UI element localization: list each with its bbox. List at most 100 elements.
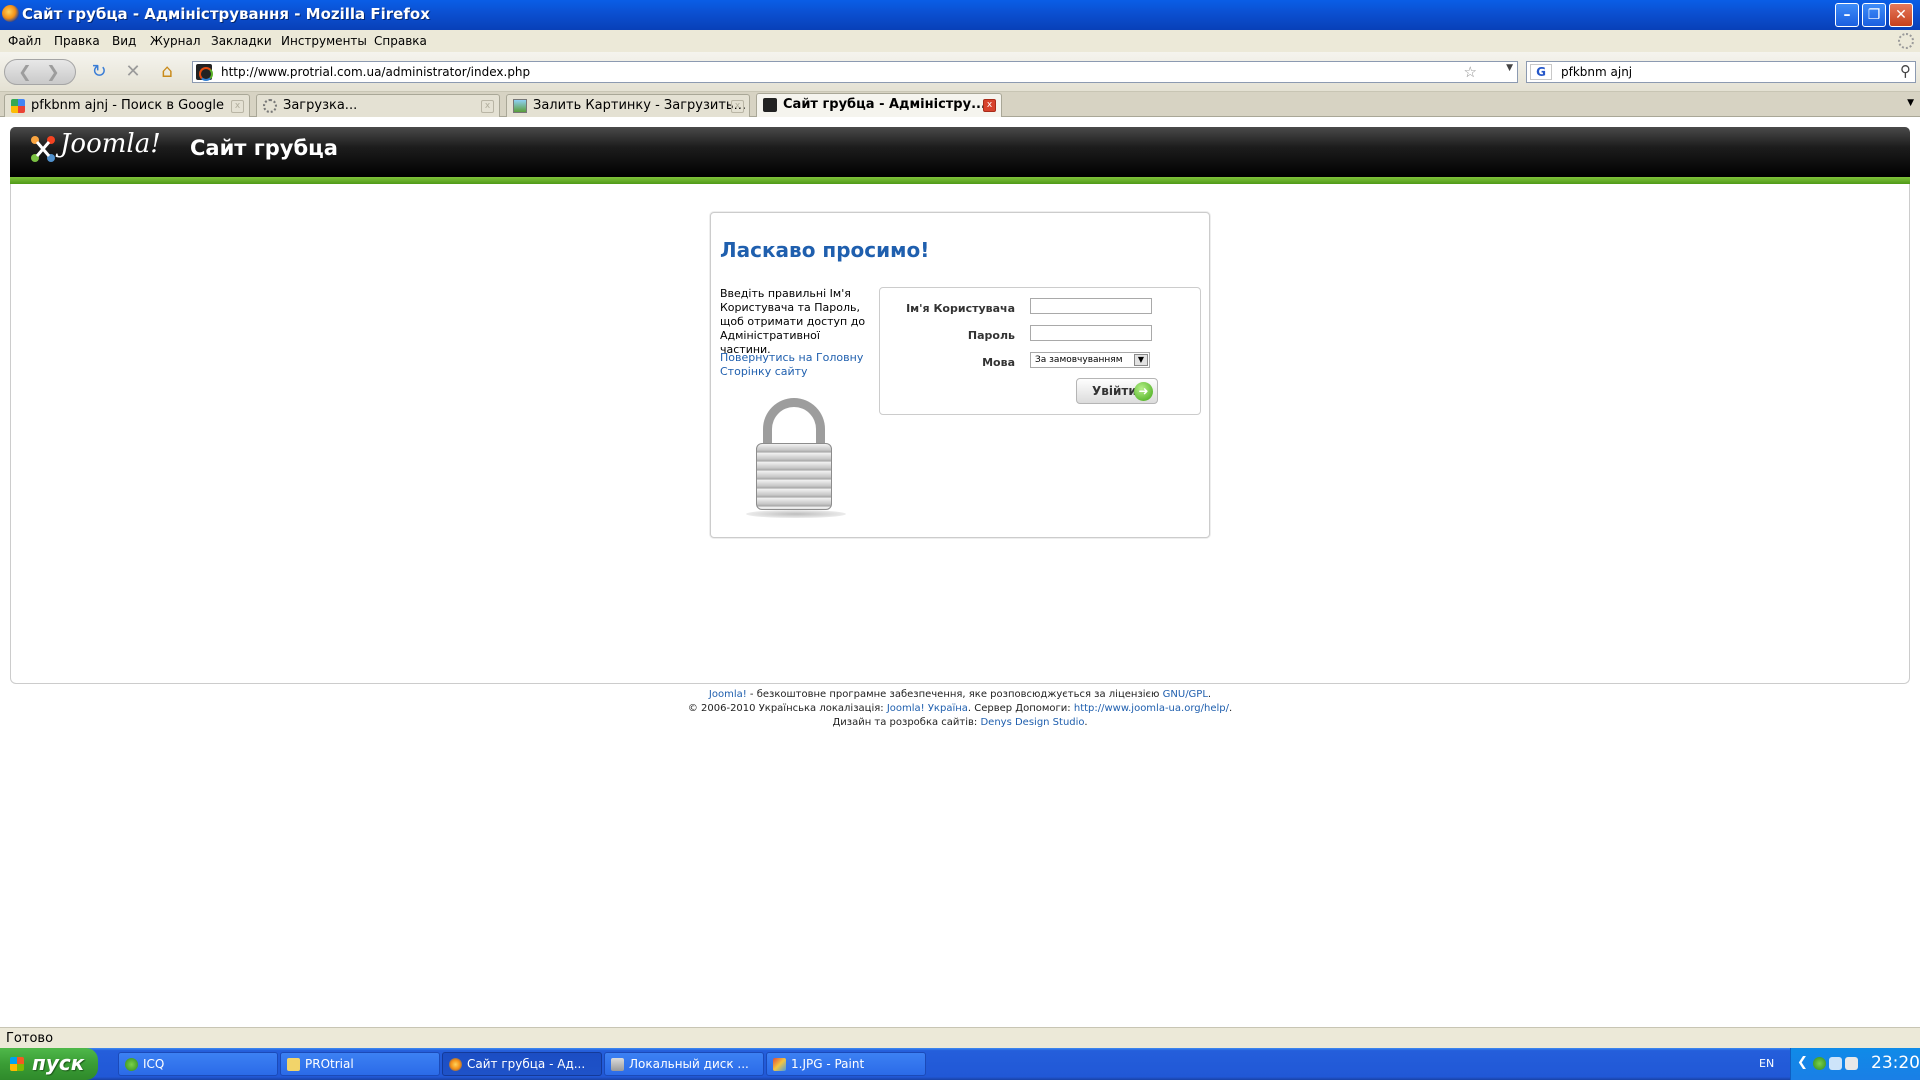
joomla-icon xyxy=(763,98,777,112)
menu-bar: Файл Правка Вид Журнал Закладки Инструме… xyxy=(0,30,1920,52)
search-icon[interactable]: ⚲ xyxy=(1900,62,1911,80)
status-bar: Готово xyxy=(0,1027,1920,1048)
taskbar-item-icq[interactable]: ICQ xyxy=(118,1052,278,1076)
arrow-right-icon: ➜ xyxy=(1134,382,1153,401)
tab-label: pfkbnm ajnj - Поиск в Google xyxy=(31,98,224,113)
image-icon xyxy=(513,99,527,113)
taskbar-item-label: 1.JPG - Paint xyxy=(791,1057,865,1071)
page-content: Joomla! Сайт грубца Ласкаво просимо! Вве… xyxy=(0,117,1920,1027)
joomla-link[interactable]: Joomla! xyxy=(709,689,747,700)
search-bar[interactable]: G pfkbnm ajnj ⚲ xyxy=(1526,61,1916,83)
folder-icon xyxy=(287,1058,300,1071)
joomla-ukraine-link[interactable]: Joomla! Україна xyxy=(887,703,968,714)
firefox-icon xyxy=(2,5,19,22)
menu-file[interactable]: Файл xyxy=(8,34,41,48)
design-studio-link[interactable]: Denys Design Studio xyxy=(980,717,1084,728)
footer-text: Дизайн та розробка сайтів: xyxy=(832,717,981,728)
footer-text: . xyxy=(1084,717,1088,728)
minimize-button[interactable]: – xyxy=(1835,3,1859,27)
gpl-link[interactable]: GNU/GPL xyxy=(1163,689,1208,700)
padlock-icon xyxy=(741,398,851,523)
tab-label: Залить Картинку - Загрузить... xyxy=(533,98,746,113)
google-icon xyxy=(11,99,25,113)
throbber-icon xyxy=(1898,33,1914,49)
login-instructions: Введіть правильні Ім'я Користувача та Па… xyxy=(720,287,866,356)
show-hidden-icons-icon[interactable]: ❮ xyxy=(1797,1055,1808,1070)
clock: 23:20 xyxy=(1871,1053,1920,1073)
admin-header: Joomla! Сайт грубца xyxy=(10,127,1910,177)
login-button[interactable]: Увійти ➜ xyxy=(1076,378,1158,404)
footer-text: . Сервер Допомоги: xyxy=(967,703,1074,714)
back-forward-group: ❮ ❯ xyxy=(4,59,76,85)
url-dropdown-icon[interactable]: ▼ xyxy=(1506,63,1513,73)
icq-tray-icon[interactable] xyxy=(1813,1057,1826,1070)
tab-list-dropdown-icon[interactable]: ▼ xyxy=(1907,98,1914,108)
back-arrow-icon[interactable]: ❮ xyxy=(13,60,37,84)
taskbar-item-local-disk[interactable]: Локальный диск ... xyxy=(604,1052,764,1076)
site-name: Сайт грубца xyxy=(190,136,338,160)
taskbar-item-firefox[interactable]: Сайт грубца - Ад... xyxy=(442,1052,602,1076)
taskbar-item-paint[interactable]: 1.JPG - Paint xyxy=(766,1052,926,1076)
start-button[interactable]: пуск xyxy=(0,1048,98,1080)
menu-view[interactable]: Вид xyxy=(112,34,136,48)
taskbar-item-protrial[interactable]: PROtrial xyxy=(280,1052,440,1076)
maximize-button[interactable]: ❐ xyxy=(1862,3,1886,27)
taskbar-item-label: Сайт грубца - Ад... xyxy=(467,1057,586,1071)
network-tray-icon[interactable] xyxy=(1829,1057,1842,1070)
login-form: Ім'я Користувача Пароль Мова За замовчув… xyxy=(879,287,1201,415)
menu-bookmarks[interactable]: Закладки xyxy=(211,34,272,48)
windows-logo-icon xyxy=(10,1057,24,1071)
disk-icon xyxy=(611,1058,624,1071)
menu-edit[interactable]: Правка xyxy=(54,34,100,48)
menu-help[interactable]: Справка xyxy=(374,34,427,48)
chevron-down-icon[interactable]: ▼ xyxy=(1134,354,1148,366)
tab-bar: pfkbnm ajnj - Поиск в Google x Загрузка.… xyxy=(0,92,1920,117)
paint-icon xyxy=(773,1058,786,1071)
search-input[interactable]: pfkbnm ajnj xyxy=(1561,65,1632,79)
system-tray: EN ❮ 23:20 xyxy=(1759,1048,1920,1080)
tab-loading[interactable]: Загрузка... x xyxy=(256,94,500,117)
language-label: Мова xyxy=(982,356,1015,369)
footer-text: . xyxy=(1228,703,1233,714)
close-tab-icon[interactable]: x xyxy=(731,100,744,113)
footer-text: © 2006-2010 Українська локалізація: xyxy=(687,703,887,714)
volume-tray-icon[interactable] xyxy=(1845,1057,1858,1070)
bookmark-star-icon[interactable]: ☆ xyxy=(1464,63,1477,81)
forward-arrow-icon[interactable]: ❯ xyxy=(41,60,65,84)
close-window-button[interactable]: ✕ xyxy=(1889,3,1913,27)
start-label: пуск xyxy=(32,1051,85,1075)
site-favicon-icon xyxy=(196,64,213,81)
url-bar[interactable]: http://www.protrial.com.ua/administrator… xyxy=(192,61,1518,83)
password-field[interactable] xyxy=(1030,325,1152,341)
icq-flower-icon xyxy=(125,1058,138,1071)
url-text[interactable]: http://www.protrial.com.ua/administrator… xyxy=(221,65,530,79)
language-indicator[interactable]: EN xyxy=(1759,1057,1774,1070)
header-accent-bar xyxy=(10,177,1910,184)
home-icon[interactable]: ⌂ xyxy=(154,58,180,86)
tab-google-search[interactable]: pfkbnm ajnj - Поиск в Google x xyxy=(4,94,250,117)
language-select[interactable]: За замовчуванням ▼ xyxy=(1030,352,1150,368)
tab-label: Загрузка... xyxy=(283,98,358,113)
status-text: Готово xyxy=(6,1031,54,1046)
joomla-logo-icon xyxy=(31,136,55,162)
stop-icon[interactable]: ✕ xyxy=(120,58,146,86)
menu-history[interactable]: Журнал xyxy=(150,34,201,48)
tab-admin-active[interactable]: Сайт грубца - Адміністру... x xyxy=(756,93,1002,117)
reload-icon[interactable]: ↻ xyxy=(86,58,112,86)
footer-line-design: Дизайн та розробка сайтів: Denys Design … xyxy=(0,716,1920,730)
firefox-icon xyxy=(449,1058,462,1071)
close-tab-icon[interactable]: x xyxy=(231,100,244,113)
close-tab-icon[interactable]: x xyxy=(481,100,494,113)
login-button-label: Увійти xyxy=(1092,384,1137,398)
menu-tools[interactable]: Инструменты xyxy=(281,34,367,48)
back-to-site-link[interactable]: Повернутись на Головну Сторінку сайту xyxy=(720,351,870,379)
password-label: Пароль xyxy=(967,329,1015,342)
search-engine-icon[interactable]: G xyxy=(1530,64,1552,80)
help-server-link[interactable]: http://www.joomla-ua.org/help/ xyxy=(1074,703,1229,714)
username-label: Ім'я Користувача xyxy=(906,302,1015,315)
footer-line-localization: © 2006-2010 Українська локалізація: Joom… xyxy=(0,702,1920,716)
close-tab-icon[interactable]: x xyxy=(983,99,996,112)
loading-icon xyxy=(263,99,277,113)
username-field[interactable] xyxy=(1030,298,1152,314)
tab-image-upload[interactable]: Залить Картинку - Загрузить... x xyxy=(506,94,750,117)
